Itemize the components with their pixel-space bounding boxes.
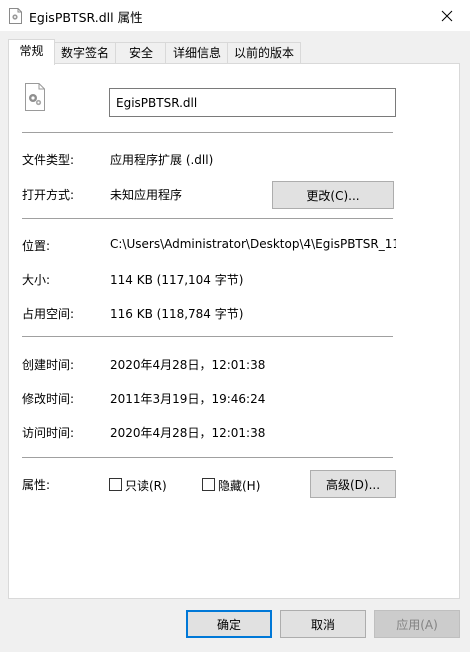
divider bbox=[22, 336, 393, 337]
divider bbox=[22, 218, 393, 219]
close-icon bbox=[441, 10, 453, 21]
title-bar: EgisPBTSR.dll 属性 bbox=[0, 0, 470, 31]
opens-with-value: 未知应用程序 bbox=[110, 188, 183, 202]
readonly-label[interactable]: 只读(R) bbox=[125, 477, 167, 494]
disk-size-label: 占用空间: bbox=[22, 307, 75, 321]
attributes-label: 属性: bbox=[22, 478, 51, 492]
tab-security[interactable]: 安全 bbox=[115, 42, 167, 63]
general-panel bbox=[8, 63, 460, 599]
ok-button[interactable]: 确定 bbox=[186, 610, 272, 638]
hidden-checkbox[interactable] bbox=[202, 478, 215, 491]
close-button[interactable] bbox=[424, 0, 470, 31]
location-value: C:\Users\Administrator\Desktop\4\EgisPBT… bbox=[110, 237, 396, 251]
created-label: 创建时间: bbox=[22, 358, 75, 372]
file-type-label: 文件类型: bbox=[22, 153, 75, 167]
window-title: EgisPBTSR.dll 属性 bbox=[29, 10, 143, 25]
advanced-button[interactable]: 高级(D)... bbox=[310, 470, 396, 498]
accessed-value: 2020年4月28日，12:01:38 bbox=[110, 426, 266, 440]
divider bbox=[22, 132, 393, 133]
dll-file-icon bbox=[9, 8, 22, 24]
tab-digital-signatures[interactable]: 数字签名 bbox=[53, 42, 117, 63]
size-value: 114 KB (117,104 字节) bbox=[110, 273, 244, 287]
opens-with-label: 打开方式: bbox=[22, 188, 75, 202]
tab-general[interactable]: 常规 bbox=[8, 39, 55, 65]
modified-label: 修改时间: bbox=[22, 392, 75, 406]
tab-details[interactable]: 详细信息 bbox=[165, 42, 229, 63]
tab-previous-versions[interactable]: 以前的版本 bbox=[227, 42, 301, 63]
dll-file-icon bbox=[22, 83, 48, 111]
location-label: 位置: bbox=[22, 239, 51, 253]
cancel-button[interactable]: 取消 bbox=[280, 610, 366, 638]
change-button[interactable]: 更改(C)... bbox=[272, 181, 394, 209]
created-value: 2020年4月28日，12:01:38 bbox=[110, 358, 266, 372]
apply-button[interactable]: 应用(A) bbox=[374, 610, 460, 638]
disk-size-value: 116 KB (118,784 字节) bbox=[110, 307, 244, 321]
readonly-checkbox[interactable] bbox=[109, 478, 122, 491]
accessed-label: 访问时间: bbox=[22, 426, 75, 440]
modified-value: 2011年3月19日，19:46:24 bbox=[110, 392, 266, 406]
file-type-value: 应用程序扩展 (.dll) bbox=[110, 153, 214, 167]
divider bbox=[22, 457, 393, 458]
size-label: 大小: bbox=[22, 273, 51, 287]
filename-input[interactable] bbox=[109, 88, 396, 117]
hidden-label[interactable]: 隐藏(H) bbox=[218, 477, 260, 494]
